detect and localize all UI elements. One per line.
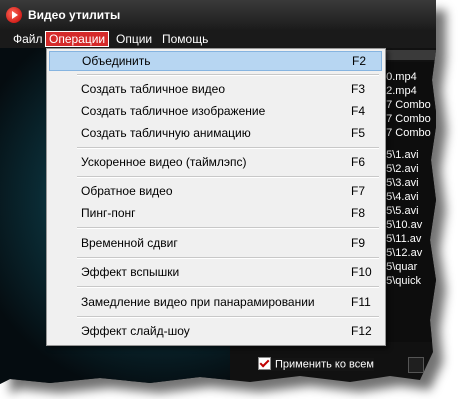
- small-control-box[interactable]: [408, 357, 424, 373]
- menu-item-shortcut: F4: [351, 104, 366, 118]
- menu-file[interactable]: Файл: [9, 31, 47, 47]
- menu-item-table-video[interactable]: Создать табличное видео F3: [49, 79, 382, 99]
- menu-item-shortcut: F5: [351, 126, 366, 140]
- app-window: 00.mp4 02.mp4 17 Combo 17 Combo 17 Combo…: [0, 0, 436, 384]
- menu-item-join[interactable]: Объединить F2: [49, 51, 382, 71]
- app-play-icon: [6, 7, 22, 23]
- menu-options[interactable]: Опции: [112, 31, 156, 47]
- apply-all-label: Применить ко всем: [275, 358, 374, 371]
- menu-item-label: Замедление видео при панарамировании: [81, 295, 315, 309]
- menu-item-shortcut: F12: [351, 324, 372, 338]
- file-list-header: [380, 50, 436, 60]
- menu-item-shortcut: F10: [351, 265, 372, 279]
- file-list-item[interactable]: 25\11.av: [380, 232, 421, 246]
- file-list[interactable]: 00.mp4 02.mp4 17 Combo 17 Combo 17 Combo…: [380, 62, 436, 342]
- menu-bar: Файл Операции Опции Помощь: [0, 30, 436, 48]
- menu-item-shortcut: F2: [352, 54, 367, 68]
- menu-item-table-image[interactable]: Создать табличное изображение F4: [49, 101, 382, 121]
- menu-item-label: Эффект вспышки: [81, 265, 180, 279]
- menu-operations[interactable]: Операции: [45, 31, 110, 47]
- title-bar: Видео утилиты: [0, 0, 436, 30]
- menu-item-pan-slowdown[interactable]: Замедление видео при панарамировании F11: [49, 292, 382, 312]
- menu-separator: [77, 74, 379, 76]
- menu-item-label: Ускоренное видео (таймлэпс): [81, 155, 247, 169]
- menu-separator: [77, 227, 379, 229]
- menu-item-label: Создать табличное изображение: [81, 104, 266, 118]
- menu-separator: [77, 176, 379, 178]
- file-list-item[interactable]: 17 Combo: [380, 98, 431, 112]
- checkbox-checked[interactable]: [258, 357, 271, 370]
- apply-all-checkbox[interactable]: Применить ко всем: [258, 357, 374, 371]
- menu-item-label: Создать табличное видео: [81, 82, 225, 96]
- menu-item-shortcut: F8: [351, 206, 366, 220]
- menu-item-shortcut: F11: [351, 295, 371, 309]
- menu-separator: [77, 286, 379, 288]
- menu-item-slideshow-effect[interactable]: Эффект слайд-шоу F12: [49, 321, 382, 341]
- menu-item-label: Пинг-понг: [81, 206, 136, 220]
- menu-item-label: Обратное видео: [81, 184, 173, 198]
- menu-item-time-shift[interactable]: Временной сдвиг F9: [49, 233, 382, 253]
- menu-item-table-animation[interactable]: Создать табличную анимацию F5: [49, 123, 382, 143]
- menu-item-shortcut: F6: [351, 155, 366, 169]
- menu-separator: [77, 257, 379, 259]
- menu-item-ping-pong[interactable]: Пинг-понг F8: [49, 203, 382, 223]
- file-list-item[interactable]: 25\12.av: [380, 246, 422, 260]
- menu-item-shortcut: F9: [351, 236, 366, 250]
- menu-help[interactable]: Помощь: [158, 31, 212, 47]
- menu-item-flash-effect[interactable]: Эффект вспышки F10: [49, 262, 382, 282]
- menu-item-label: Объединить: [82, 54, 151, 68]
- file-list-item[interactable]: 25\quick: [380, 274, 421, 288]
- menu-item-shortcut: F7: [351, 184, 366, 198]
- menu-item-shortcut: F3: [351, 82, 366, 96]
- menu-separator: [77, 147, 379, 149]
- file-list-item[interactable]: 25\10.av: [380, 218, 422, 232]
- menu-separator: [77, 316, 379, 318]
- window-title: Видео утилиты: [28, 8, 121, 22]
- file-list-item[interactable]: 17 Combo: [380, 112, 431, 126]
- menu-item-label: Создать табличную анимацию: [81, 126, 251, 140]
- file-list-item[interactable]: 17 Combo: [380, 126, 431, 140]
- operations-dropdown-menu: Объединить F2 Создать табличное видео F3…: [46, 48, 386, 346]
- menu-item-label: Эффект слайд-шоу: [81, 324, 190, 338]
- menu-item-reverse-video[interactable]: Обратное видео F7: [49, 181, 382, 201]
- menu-item-timelapse[interactable]: Ускоренное видео (таймлэпс) F6: [49, 152, 382, 172]
- menu-item-label: Временной сдвиг: [81, 236, 178, 250]
